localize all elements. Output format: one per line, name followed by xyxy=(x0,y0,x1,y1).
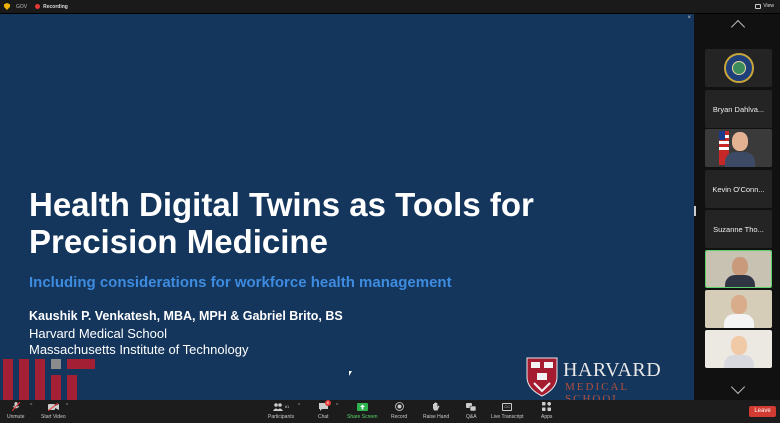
live-transcript-label: Live Transcript xyxy=(491,414,524,420)
recording-label: Recording xyxy=(43,3,68,10)
share-screen-label: Share Screen xyxy=(347,414,378,420)
participant-tile-video-3[interactable] xyxy=(705,290,772,328)
apps-label: Apps xyxy=(541,414,553,420)
close-share-icon[interactable]: × xyxy=(687,15,691,21)
audio-options-caret-icon[interactable]: ^ xyxy=(30,403,32,409)
apps-button[interactable]: Apps xyxy=(541,402,552,420)
participant-tile-active-speaker[interactable] xyxy=(705,250,772,288)
mouse-cursor-icon xyxy=(349,371,352,376)
gov-label: GOV xyxy=(16,3,28,10)
panel-resize-handle[interactable] xyxy=(694,206,696,216)
participants-button[interactable]: 61 Participants xyxy=(268,402,294,420)
participants-count: 61 xyxy=(284,404,290,409)
participant-tile-video-1[interactable] xyxy=(705,129,772,167)
chat-label: Chat xyxy=(318,414,329,420)
share-screen-icon xyxy=(356,402,368,411)
apps-icon xyxy=(542,402,552,411)
chat-bubble-icon: 8 xyxy=(318,400,331,411)
muted-microphone-icon xyxy=(11,402,20,411)
participants-label: Participants xyxy=(268,414,295,420)
agency-seal-icon xyxy=(724,53,754,83)
slide-title-line-2: Precision Medicine xyxy=(29,223,328,260)
qa-label: Q&A xyxy=(466,414,477,420)
slide-title: Health Digital Twins as Tools for Precis… xyxy=(29,186,669,260)
participants-icon: 61 xyxy=(272,402,290,411)
participant-tile-video-4[interactable] xyxy=(705,330,772,368)
participant-video xyxy=(705,129,772,167)
qa-icon xyxy=(466,402,477,411)
video-off-icon xyxy=(47,402,59,411)
security-shield-icon[interactable] xyxy=(4,3,10,10)
raise-hand-icon xyxy=(432,402,440,411)
view-label: View xyxy=(763,3,774,9)
harvard-shield-icon xyxy=(526,357,558,397)
participant-video xyxy=(706,251,771,287)
participant-tile-seal[interactable] xyxy=(705,49,772,87)
harvard-medical-school-logo: HARVARD MEDICAL SCHOOL xyxy=(526,357,686,400)
slide-subtitle: Including considerations for workforce h… xyxy=(29,274,452,291)
participant-name: Kevin O'Conn... xyxy=(712,184,765,194)
mit-logo xyxy=(3,359,95,400)
participant-video xyxy=(705,290,772,328)
record-button[interactable]: Record xyxy=(391,402,407,420)
view-button[interactable]: View xyxy=(755,3,774,9)
unmute-button[interactable]: Unmute xyxy=(7,402,25,420)
start-video-button[interactable]: Start Video xyxy=(41,402,66,420)
shared-screen-slide: × Health Digital Twins as Tools for Prec… xyxy=(0,14,694,400)
participant-name: Suzanne Tho... xyxy=(713,224,764,234)
participant-tile-suzanne[interactable]: Suzanne Tho... xyxy=(705,210,772,248)
chat-button[interactable]: 8 Chat xyxy=(318,400,331,420)
slide-affiliation-harvard: Harvard Medical School xyxy=(29,326,168,341)
slide-authors: Kaushik P. Venkatesh, MBA, MPH & Gabriel… xyxy=(29,309,343,323)
slide-affiliation-mit: Massachusetts Institute of Technology xyxy=(29,342,249,357)
leave-button[interactable]: Leave xyxy=(749,406,776,417)
video-options-caret-icon[interactable]: ^ xyxy=(66,403,68,409)
chat-options-caret-icon[interactable]: ^ xyxy=(336,403,338,409)
closed-caption-icon: CC xyxy=(502,402,513,411)
record-icon xyxy=(394,402,404,411)
participant-tile-kevin[interactable]: Kevin O'Conn... xyxy=(705,170,772,208)
participant-name: Bryan Dahlva... xyxy=(712,104,765,114)
raise-hand-button[interactable]: Raise Hand xyxy=(423,402,449,420)
meeting-top-bar: GOV Recording View xyxy=(0,0,780,13)
share-screen-button[interactable]: Share Screen xyxy=(347,402,378,420)
recording-dot-icon xyxy=(35,4,41,9)
participants-options-caret-icon[interactable]: ^ xyxy=(298,403,300,409)
qa-button[interactable]: Q&A xyxy=(466,402,477,420)
participant-video xyxy=(705,330,772,368)
meeting-controls-toolbar: Unmute ^ Start Video ^ 61 Participants ^… xyxy=(0,400,780,423)
harvard-wordmark: HARVARD xyxy=(563,359,662,381)
live-transcript-button[interactable]: CC Live Transcript xyxy=(491,402,524,420)
start-video-label: Start Video xyxy=(41,414,66,420)
record-label: Record xyxy=(391,414,408,420)
medical-school-wordmark: MEDICAL SCHOOL xyxy=(565,381,629,400)
raise-hand-label: Raise Hand xyxy=(423,414,450,420)
slide-title-line-1: Health Digital Twins as Tools for xyxy=(29,186,534,223)
unmute-label: Unmute xyxy=(7,414,25,420)
view-grid-icon xyxy=(755,3,762,9)
participant-tile-bryan[interactable]: Bryan Dahlva... xyxy=(705,90,772,128)
chat-unread-badge: 8 xyxy=(324,400,331,406)
